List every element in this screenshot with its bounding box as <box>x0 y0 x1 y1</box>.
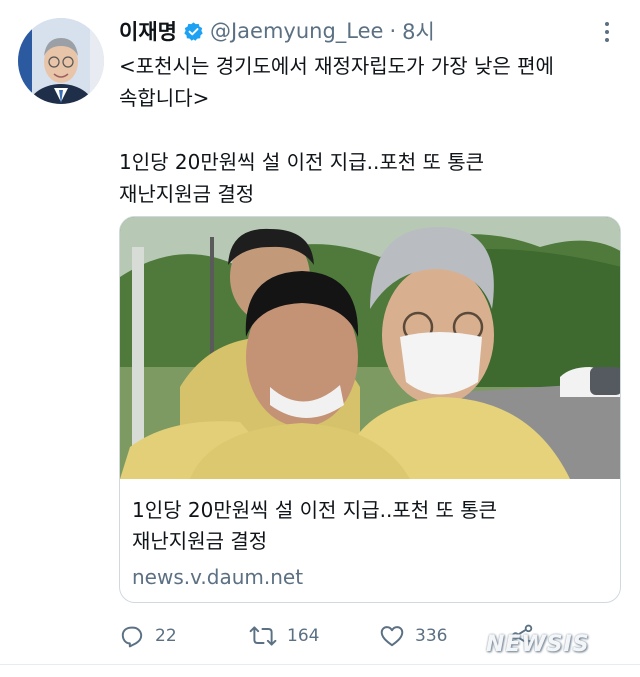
tweet-header: 이재명 @Jaemyung_Lee · 8시 <box>119 14 435 48</box>
tweet-text-line: 1인당 20만원씩 설 이전 지급..포천 또 통큰 <box>119 150 485 174</box>
divider <box>0 664 640 665</box>
card-image <box>120 217 620 479</box>
separator-dot: · <box>389 19 397 43</box>
card-title-line: 1인당 20만원씩 설 이전 지급..포천 또 통큰 <box>132 498 498 522</box>
author-name[interactable]: 이재명 <box>119 16 177 46</box>
card-domain: news.v.daum.net <box>132 565 304 589</box>
tweet-time[interactable]: 8시 <box>402 16 435 46</box>
tweet-text-line: 재난지원금 결정 <box>119 182 255 206</box>
verified-badge-icon <box>183 21 204 42</box>
author-handle[interactable]: @Jaemyung_Lee <box>210 19 384 43</box>
tweet-text-line: <포천시는 경기도에서 재정자립도가 가장 낮은 편에 <box>119 54 554 78</box>
retweet-icon <box>249 626 277 646</box>
reply-count: 22 <box>155 626 177 646</box>
reply-button[interactable]: 22 <box>119 623 249 649</box>
card-title: 1인당 20만원씩 설 이전 지급..포천 또 통큰 재난지원금 결정 <box>132 495 608 557</box>
tweet[interactable]: 이재명 @Jaemyung_Lee · 8시 <포천시는 경기도에서 재정자립도… <box>0 0 640 677</box>
link-preview-card[interactable]: 1인당 20만원씩 설 이전 지급..포천 또 통큰 재난지원금 결정 news… <box>119 216 621 603</box>
retweet-button[interactable]: 164 <box>249 623 379 649</box>
card-title-line: 재난지원금 결정 <box>132 529 268 553</box>
avatar[interactable] <box>18 18 104 104</box>
tweet-text-line: 속합니다> <box>119 86 210 110</box>
reply-icon <box>121 626 143 648</box>
avatar-image <box>18 18 104 104</box>
more-options-icon[interactable] <box>600 18 614 46</box>
like-count: 336 <box>415 626 448 646</box>
retweet-count: 164 <box>287 626 320 646</box>
newsis-watermark: NEWSIS <box>486 632 590 657</box>
tweet-text: <포천시는 경기도에서 재정자립도가 가장 낮은 편에 속합니다> 1인당 20… <box>119 50 624 210</box>
heart-icon <box>380 626 404 647</box>
